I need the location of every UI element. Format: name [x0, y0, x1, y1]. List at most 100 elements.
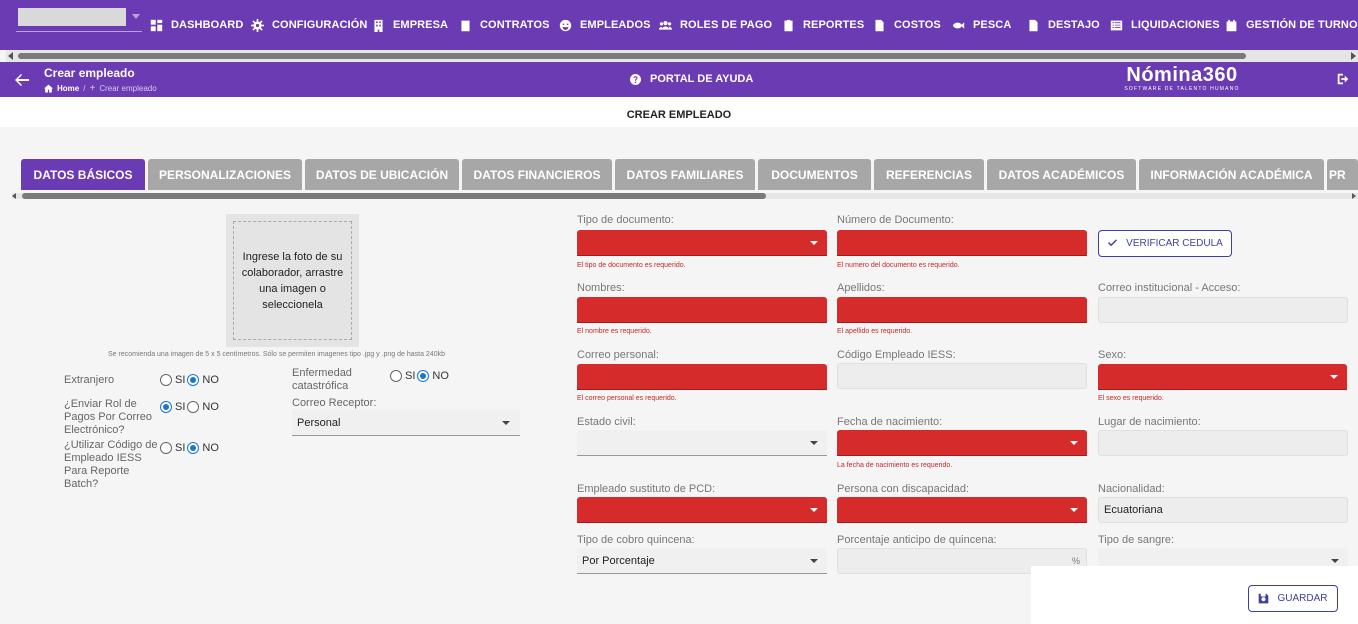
nav-empleados[interactable]: EMPLEADOS: [559, 17, 651, 33]
enviar-rol-radio-group: SI NO: [160, 401, 221, 413]
correo-personal-input[interactable]: [577, 364, 827, 390]
tipo-documento-select[interactable]: [577, 230, 827, 256]
home-icon: [44, 84, 53, 93]
tipo-cobro-select[interactable]: Por Porcentaje: [577, 548, 827, 574]
logo-subtitle: SOFTWARE DE TALENTO HUMANO: [1124, 86, 1240, 92]
enviar-rol-radio-si[interactable]: [160, 401, 172, 413]
tab-documentos[interactable]: DOCUMENTOS: [758, 159, 871, 190]
correo-receptor-select[interactable]: Personal: [292, 410, 520, 436]
nav-label: ROLES DE PAGO: [680, 19, 773, 31]
radio-label-si: SI: [405, 370, 416, 382]
fecha-nacimiento-error: La fecha de nacimiento es requerido.: [837, 462, 953, 469]
radio-label-no: NO: [432, 370, 449, 382]
chevron-down-icon: [810, 241, 818, 245]
company-select[interactable]: [16, 8, 142, 32]
scroll-right-icon[interactable]: [1351, 52, 1356, 60]
nav-pesca[interactable]: PESCA: [952, 17, 1011, 33]
nav-label: GESTIÓN DE TURNOS: [1246, 19, 1358, 31]
logout-button[interactable]: [1336, 72, 1350, 89]
nav-empresa[interactable]: EMPRESA: [372, 17, 448, 33]
nav-gestion-de-turnos[interactable]: GESTIÓN DE TURNOS: [1225, 17, 1358, 33]
codigo-empleado-input[interactable]: [837, 363, 1087, 389]
codigo-iess-radio-no[interactable]: [187, 442, 200, 454]
correo-institucional-input[interactable]: [1098, 297, 1348, 323]
chevron-down-icon: [132, 14, 140, 19]
logo-text: Nómina360: [1126, 64, 1238, 86]
fecha-nacimiento-label: Fecha de nacimiento:: [837, 416, 943, 428]
codigo-iess-radio-group: SI NO: [160, 442, 221, 454]
fecha-nacimiento-select[interactable]: [837, 430, 1087, 456]
nav-roles-de-pago[interactable]: ROLES DE PAGO: [659, 17, 772, 33]
nav-label: EMPRESA: [393, 19, 449, 31]
verify-cedula-button[interactable]: VERIFICAR CEDULA: [1098, 230, 1232, 257]
save-icon: [1259, 593, 1269, 604]
scroll-left-icon[interactable]: [8, 52, 13, 60]
numero-documento-input[interactable]: [837, 230, 1087, 256]
scrollbar-thumb[interactable]: [22, 193, 766, 199]
nav-destajo[interactable]: DESTAJO: [1027, 17, 1100, 33]
nav-reportes[interactable]: REPORTES: [782, 17, 864, 33]
nav-configuracion[interactable]: CONFIGURACIÓN: [251, 17, 367, 33]
tab-personalizaciones[interactable]: PERSONALIZACIONES: [148, 159, 302, 190]
codigo-empleado-label: Código Empleado IESS:: [837, 349, 956, 361]
nav-contratos[interactable]: CONTRATOS: [459, 17, 550, 33]
tab-overflow[interactable]: PR: [1327, 159, 1358, 190]
back-button[interactable]: [14, 72, 30, 88]
tab-informacion-academica[interactable]: INFORMACIÓN ACADÉMICA: [1139, 159, 1324, 190]
chevron-down-icon: [810, 508, 818, 512]
tab-datos-de-ubicacion[interactable]: DATOS DE UBICACIÓN: [305, 159, 459, 190]
discapacidad-select[interactable]: [837, 497, 1087, 523]
sustituto-pcd-label: Empleado sustituto de PCD:: [577, 483, 716, 495]
photo-dropzone[interactable]: Ingrese la foto de su colaborador, arras…: [226, 214, 359, 347]
extranjero-radio-no[interactable]: [187, 374, 200, 386]
fish-icon: [952, 21, 965, 29]
nav-liquidaciones[interactable]: LIQUIDACIONES: [1110, 17, 1220, 33]
scrollbar-thumb[interactable]: [18, 53, 1246, 59]
extranjero-radio-si[interactable]: [160, 374, 172, 386]
nav-scrollbar[interactable]: [6, 50, 1358, 62]
chevron-down-icon: [1330, 375, 1338, 379]
sustituto-pcd-select[interactable]: [577, 497, 827, 523]
page-title: Crear empleado: [44, 66, 135, 80]
help-portal-link[interactable]: PORTAL DE AYUDA: [630, 73, 753, 85]
sexo-error: El sexo es requerido.: [1098, 395, 1164, 402]
radio-label-no: NO: [202, 374, 219, 386]
tab-datos-academicos[interactable]: DATOS ACADÉMICOS: [987, 159, 1136, 190]
save-button[interactable]: GUARDAR: [1248, 585, 1338, 612]
nav-costos[interactable]: COSTOS: [873, 17, 941, 33]
breadcrumb-home[interactable]: Home: [57, 84, 79, 93]
nombres-input[interactable]: [577, 297, 827, 323]
correo-receptor-value: Personal: [297, 416, 341, 429]
lugar-nacimiento-input[interactable]: [1098, 430, 1348, 456]
numero-documento-error: El numero del documento es requerido.: [837, 262, 960, 269]
nacionalidad-input[interactable]: Ecuatoriana: [1098, 497, 1348, 523]
photo-prompt: Ingrese la foto de su colaborador, arras…: [233, 221, 352, 340]
apellidos-input[interactable]: [837, 297, 1087, 323]
tab-referencias[interactable]: REFERENCIAS: [874, 159, 984, 190]
enfermedad-label: Enfermedad catastrófica: [292, 367, 352, 392]
enfermedad-radio-no[interactable]: [417, 370, 430, 382]
codigo-iess-radio-si[interactable]: [160, 442, 172, 454]
nav-dashboard[interactable]: DASHBOARD: [150, 17, 243, 33]
nav-label: COSTOS: [894, 19, 941, 31]
scroll-right-icon[interactable]: [1352, 193, 1356, 199]
section-title: CREAR EMPLEADO: [626, 109, 732, 121]
chevron-down-icon: [810, 559, 818, 563]
tab-datos-basicos[interactable]: DATOS BÁSICOS: [21, 159, 145, 190]
tab-datos-financieros[interactable]: DATOS FINANCIEROS: [462, 159, 612, 190]
list-icon: [1110, 20, 1123, 30]
estado-civil-select[interactable]: [577, 430, 827, 456]
enfermedad-radio-si[interactable]: [390, 370, 402, 382]
breadcrumb-separator: /: [83, 84, 86, 93]
tabs-scrollbar[interactable]: [12, 193, 1358, 199]
dashboard-icon: [150, 19, 163, 31]
arrow-left-icon: [15, 74, 29, 86]
radio-label-si: SI: [175, 374, 186, 386]
check-icon: [1108, 239, 1118, 247]
sexo-select[interactable]: [1098, 364, 1347, 390]
tab-datos-familiares[interactable]: DATOS FAMILIARES: [615, 159, 755, 190]
breadcrumb-current: Crear empleado: [99, 84, 157, 93]
enviar-rol-radio-no[interactable]: [187, 401, 200, 413]
scroll-left-icon[interactable]: [12, 193, 16, 199]
nombres-label: Nombres:: [577, 282, 625, 294]
